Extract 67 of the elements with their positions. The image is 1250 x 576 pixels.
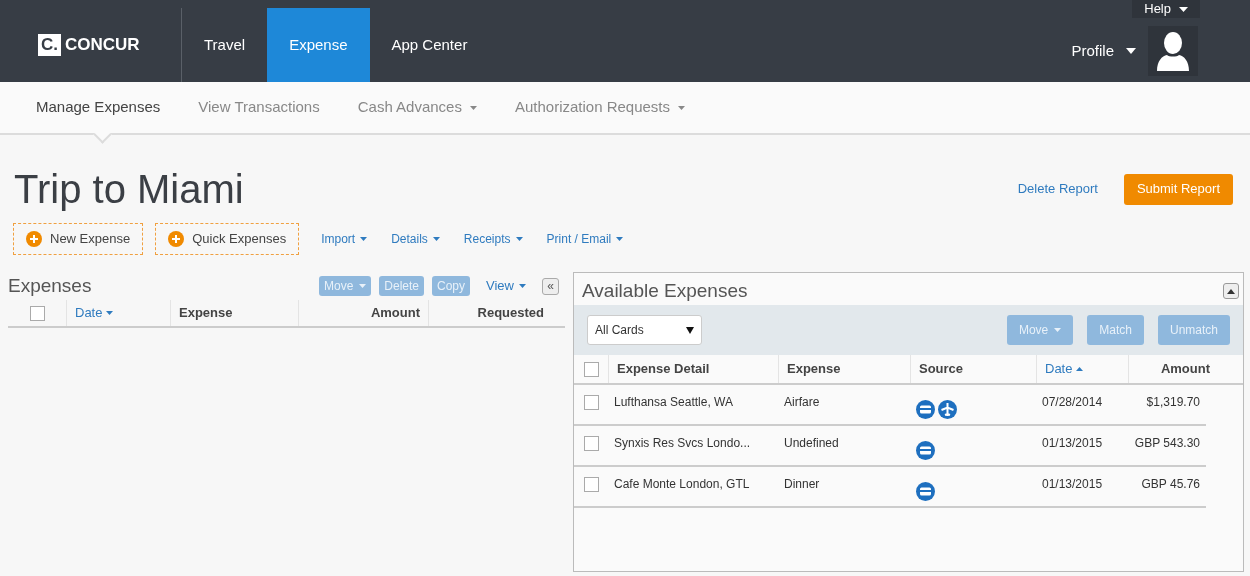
column-header[interactable]: Expense (787, 359, 841, 379)
column-header[interactable]: Source (919, 359, 964, 379)
up-arrow-icon (1227, 288, 1235, 294)
column-header[interactable]: Date (75, 303, 114, 323)
collapse-button[interactable]: « (542, 277, 559, 295)
caret-icon (616, 237, 624, 241)
expense-date: 01/13/2015 (1042, 476, 1103, 493)
column-header[interactable]: Amount (370, 303, 420, 323)
column-header[interactable]: Requested (477, 303, 544, 323)
add-expense-button[interactable]: Quick Expenses (155, 223, 300, 255)
plus-circle-icon (26, 231, 42, 247)
column-header[interactable]: Amount (1160, 359, 1210, 379)
airplane-icon (938, 400, 957, 419)
add-expense-button[interactable]: New Expense (13, 223, 144, 255)
credit-card-icon (916, 400, 935, 419)
caret-icon (1179, 6, 1188, 12)
row-checkbox[interactable] (583, 436, 599, 451)
sub-nav-link[interactable]: Cash Advances (357, 96, 477, 119)
concur-logo[interactable]: C. CONCUR (38, 32, 140, 58)
view-menu-link[interactable]: View (486, 276, 526, 296)
caret-icon (1126, 48, 1136, 54)
sub-nav-link[interactable]: View Transactions (198, 96, 320, 119)
expense-date: 01/13/2015 (1042, 435, 1103, 452)
nav-tab[interactable]: Travel (182, 8, 268, 82)
panel-title: Expenses (8, 273, 92, 298)
sub-nav-link[interactable]: Manage Expenses (36, 96, 161, 119)
column-header[interactable]: Expense (179, 303, 233, 323)
caret-icon (519, 284, 526, 288)
menu-link[interactable]: Import (321, 230, 368, 248)
column-header[interactable]: Expense Detail (617, 359, 710, 379)
expense-type: Dinner (784, 476, 820, 493)
expense-type: Airfare (784, 394, 820, 411)
menu-link[interactable]: Print / Email (546, 230, 624, 248)
nav-tab[interactable]: Expense (267, 8, 370, 82)
select-all-checkbox[interactable] (583, 361, 599, 377)
submit-report-button[interactable]: Submit Report (1123, 173, 1233, 205)
menu-link[interactable]: Details (391, 230, 440, 248)
expense-amount: $1,319.70 (1146, 394, 1200, 411)
collapse-up-button[interactable] (1223, 283, 1239, 299)
caret-icon (360, 237, 368, 241)
sub-nav-link[interactable]: Authorization Requests (514, 96, 686, 119)
credit-card-icon (916, 482, 935, 501)
expense-detail: Lufthansa Seattle, WA (614, 394, 733, 411)
plus-circle-icon (168, 231, 185, 247)
profile-menu[interactable]: Profile (1071, 39, 1136, 63)
row-checkbox[interactable] (583, 395, 599, 410)
caret-icon (515, 237, 523, 241)
expense-amount: GBP 543.30 (1134, 435, 1200, 452)
column-header[interactable]: Date (1045, 359, 1084, 379)
expense-type: Undefined (784, 435, 839, 452)
avatar-icon[interactable] (1148, 26, 1198, 76)
delete-report-link[interactable]: Delete Report (1017, 179, 1098, 199)
nav-tab[interactable]: App Center (369, 8, 490, 82)
menu-link[interactable]: Receipts (463, 230, 523, 248)
report-title: Trip to Miami (14, 166, 244, 213)
panel-title: Available Expenses (582, 278, 748, 303)
expense-amount: GBP 45.76 (1141, 476, 1200, 493)
caret-icon (432, 237, 440, 241)
dropdown-arrow-icon (686, 326, 694, 334)
expense-date: 07/28/2014 (1042, 394, 1103, 411)
card-filter-dropdown[interactable]: All Cards (587, 315, 702, 345)
select-all-checkbox[interactable] (29, 305, 45, 321)
help-menu[interactable]: Help (1132, 0, 1200, 18)
expense-detail: Synxis Res Svcs Londo... (614, 435, 751, 452)
row-checkbox[interactable] (583, 477, 599, 492)
expense-detail: Cafe Monte London, GTL (614, 476, 750, 493)
credit-card-icon (916, 441, 935, 460)
